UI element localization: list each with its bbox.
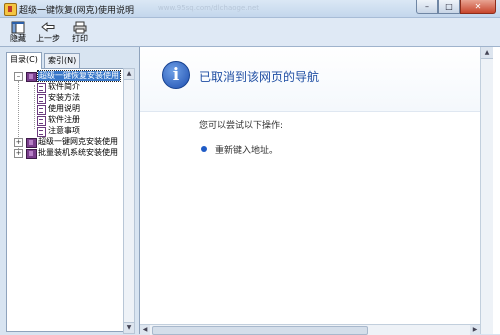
page-icon bbox=[37, 83, 46, 93]
page-icon bbox=[37, 105, 46, 115]
tree-item-label: 安装方法 bbox=[48, 93, 80, 102]
tree-item-label: 超级一键恢复安装使用 bbox=[37, 70, 121, 82]
print-label: 打印 bbox=[72, 34, 88, 43]
back-label: 上一步 bbox=[36, 34, 60, 43]
closed-book-icon bbox=[26, 149, 37, 159]
page-icon bbox=[37, 116, 46, 126]
hide-label: 隐藏 bbox=[10, 34, 26, 43]
close-button[interactable]: ✕ bbox=[460, 0, 496, 14]
expand-toggle[interactable]: + bbox=[14, 138, 23, 147]
title-watermark: www.95sq.com/dlchaoge.net bbox=[158, 4, 259, 12]
contents-tree: – 超级一键恢复安装使用 软件简介 安装方法 使用说明 软件注册 注意事项 + … bbox=[6, 68, 124, 332]
scroll-up-button[interactable]: ▲ bbox=[124, 69, 134, 80]
expand-toggle[interactable]: + bbox=[14, 149, 23, 158]
print-button[interactable]: 打印 bbox=[66, 20, 94, 45]
tree-item-label: 软件注册 bbox=[48, 115, 80, 124]
window-title: 超级一键恢复(网克)使用说明 bbox=[19, 6, 135, 16]
tree-item-label: 超级一键网克安装使用 bbox=[38, 137, 118, 146]
tree-item-label: 注意事项 bbox=[48, 126, 80, 135]
maximize-button[interactable]: □ bbox=[438, 0, 460, 14]
tree-guide-line bbox=[34, 85, 35, 129]
suggestion-item: 重新键入地址。 bbox=[215, 146, 279, 156]
back-arrow-icon bbox=[41, 21, 55, 33]
title-bar: 超级一键恢复(网克)使用说明 www.95sq.com/dlchaoge.net… bbox=[0, 0, 500, 18]
navigation-pane: 目录(C) 索引(N) – 超级一键恢复安装使用 软件简介 安装方法 使用说明 … bbox=[0, 47, 136, 334]
tree-item-collapsed[interactable]: + 超级一键网克安装使用 bbox=[14, 137, 123, 148]
closed-book-icon bbox=[26, 138, 37, 148]
app-icon bbox=[4, 3, 17, 16]
tree-scrollbar[interactable]: ▲ ▼ bbox=[123, 68, 135, 334]
info-icon: i bbox=[162, 61, 190, 89]
content-pane: i 已取消到该网页的导航 您可以尝试以下操作: 重新键入地址。 ▲ ◀ ▶ bbox=[139, 47, 500, 335]
content-horizontal-scrollbar[interactable]: ◀ ▶ bbox=[140, 324, 480, 335]
tab-contents[interactable]: 目录(C) bbox=[6, 52, 42, 69]
tab-index[interactable]: 索引(N) bbox=[44, 53, 81, 68]
tree-item-collapsed[interactable]: + 批量装机系统安装使用 bbox=[14, 148, 123, 159]
tree-item-label: 软件简介 bbox=[48, 82, 80, 91]
page-icon bbox=[37, 94, 46, 104]
minimize-button[interactable]: – bbox=[416, 0, 438, 14]
page-icon bbox=[37, 127, 46, 137]
message-header: i 已取消到该网页的导航 bbox=[140, 47, 480, 112]
bullet-icon bbox=[201, 146, 207, 152]
open-book-icon bbox=[26, 72, 37, 82]
window-controls: – □ ✕ bbox=[416, 0, 496, 14]
toolbar: 隐藏 上一步 打印 bbox=[0, 18, 500, 47]
hide-icon bbox=[11, 21, 25, 34]
tree-item-label: 使用说明 bbox=[48, 104, 80, 113]
back-button[interactable]: 上一步 bbox=[34, 20, 62, 45]
collapse-toggle[interactable]: – bbox=[14, 72, 23, 81]
printer-icon bbox=[73, 21, 87, 34]
hide-button[interactable]: 隐藏 bbox=[4, 20, 32, 45]
content-vertical-scrollbar[interactable]: ▲ bbox=[480, 47, 493, 334]
page-title: 已取消到该网页的导航 bbox=[199, 70, 320, 84]
tree-item-label: 批量装机系统安装使用 bbox=[38, 148, 118, 157]
tree-item-root[interactable]: – 超级一键恢复安装使用 bbox=[14, 70, 123, 82]
suggestion-heading: 您可以尝试以下操作: bbox=[199, 121, 284, 131]
scroll-down-button[interactable]: ▼ bbox=[124, 322, 134, 333]
scroll-up-button[interactable]: ▲ bbox=[481, 47, 493, 59]
